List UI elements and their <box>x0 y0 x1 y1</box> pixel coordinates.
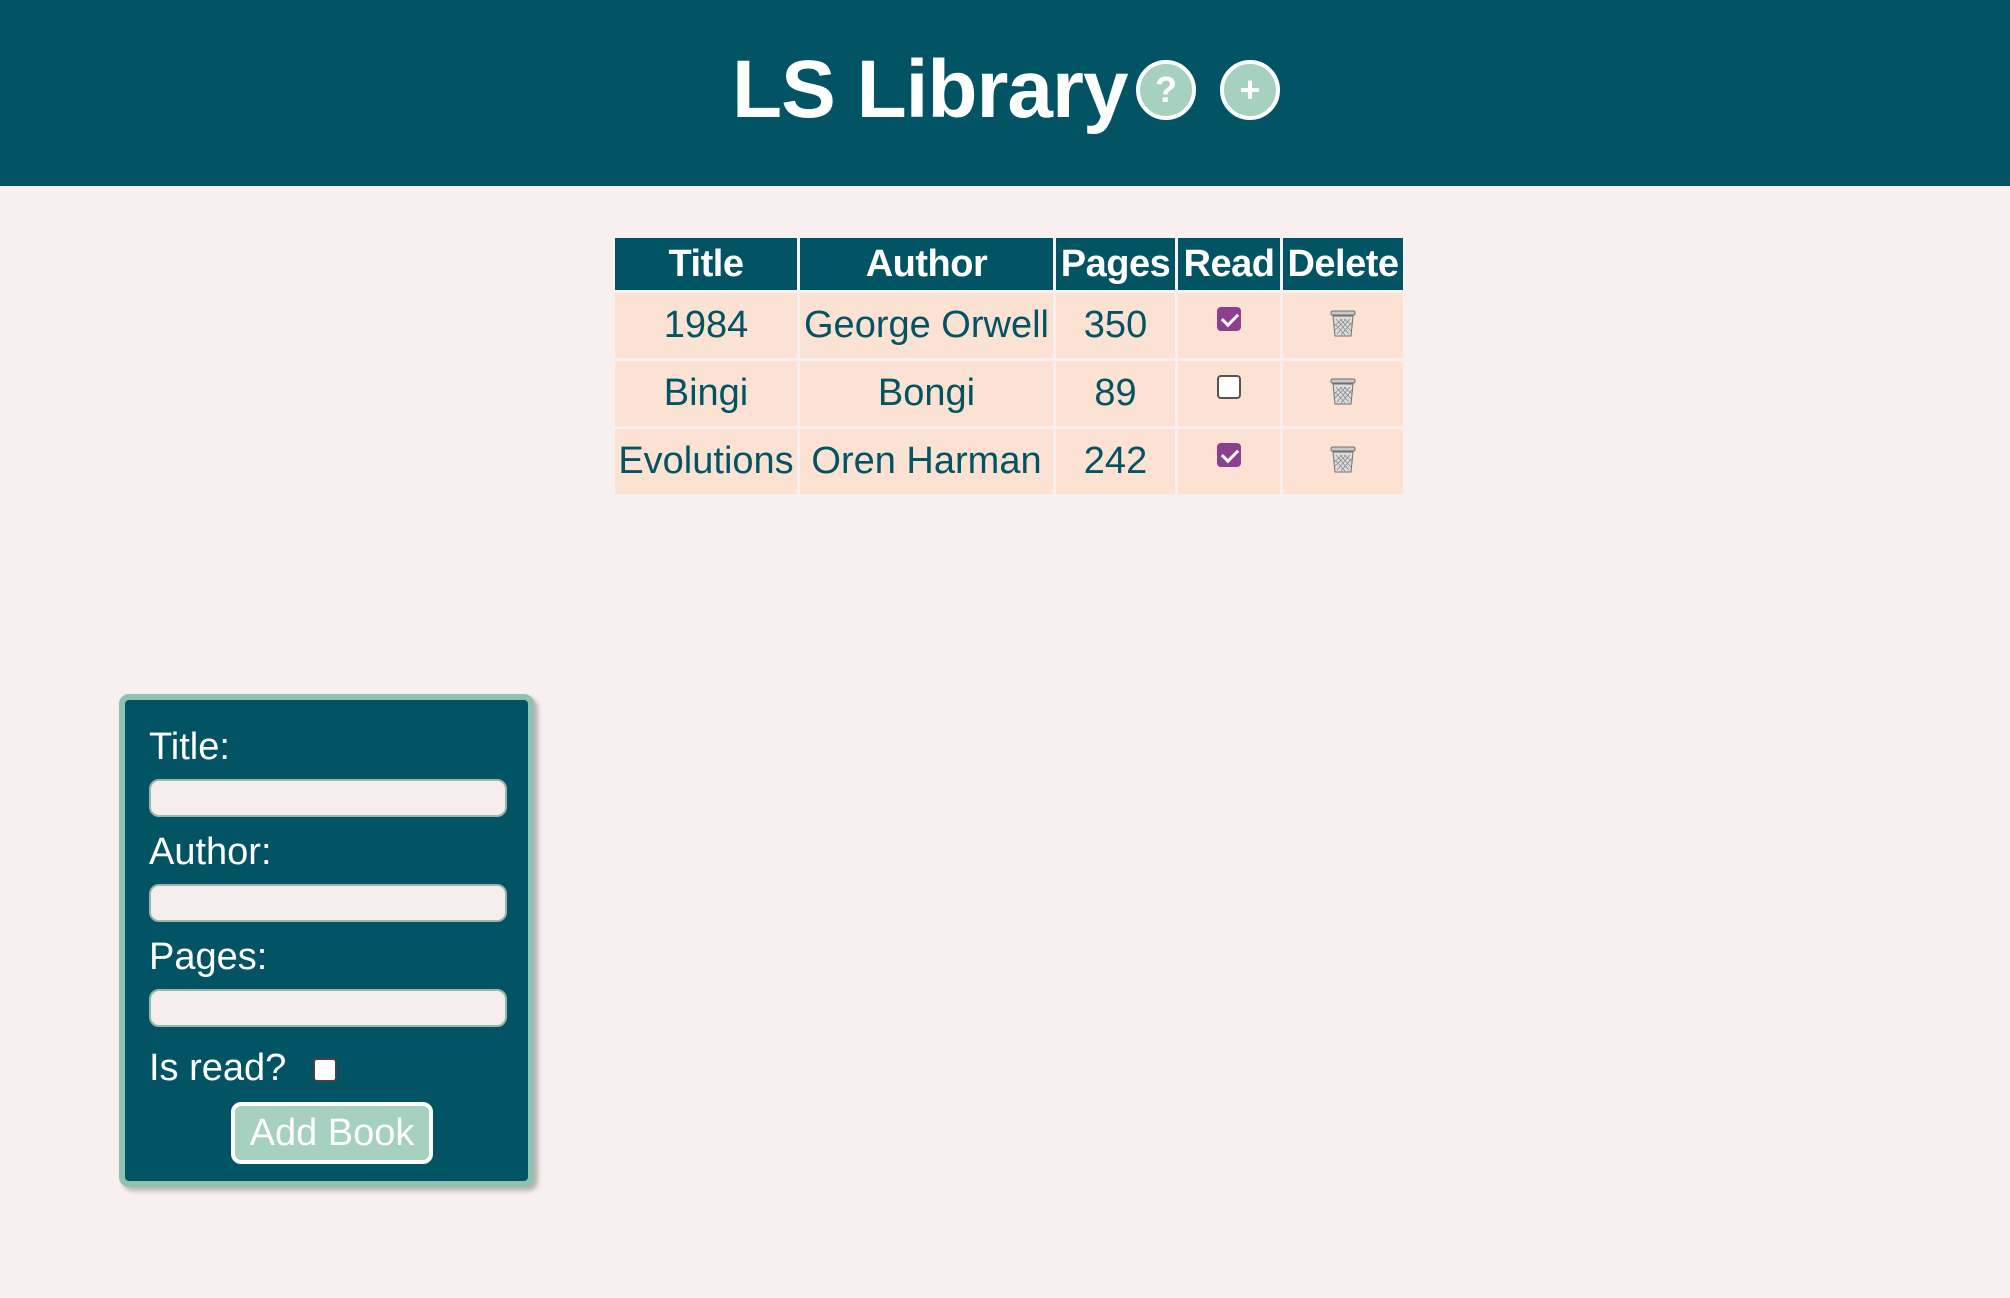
add-book-form: Title: Author: Pages: Is read? Add Book <box>119 694 534 1187</box>
is-read-checkbox[interactable] <box>313 1058 337 1082</box>
author-input[interactable] <box>149 884 507 922</box>
column-header-title: Title <box>615 238 797 290</box>
book-title-cell: Evolutions <box>615 429 797 494</box>
book-author-cell: George Orwell <box>800 293 1053 358</box>
read-checkbox[interactable] <box>1217 374 1241 399</box>
book-delete-cell <box>1283 429 1403 494</box>
pages-label: Pages: <box>149 936 268 978</box>
title-label: Title: <box>149 726 230 768</box>
book-title-cell: 1984 <box>615 293 797 358</box>
book-pages-cell: 242 <box>1056 429 1175 494</box>
book-delete-cell <box>1283 293 1403 358</box>
site-title: LS Library <box>732 44 1129 135</box>
question-mark-icon: ? <box>1155 69 1177 110</box>
book-title-cell: Bingi <box>615 361 797 426</box>
table-row: Bingi Bongi 89 <box>615 361 1403 426</box>
title-input[interactable] <box>149 779 507 817</box>
book-author-cell: Oren Harman <box>800 429 1053 494</box>
trash-icon[interactable] <box>1330 305 1356 348</box>
column-header-pages: Pages <box>1056 238 1175 290</box>
table-row: 1984 George Orwell 350 <box>615 293 1403 358</box>
book-delete-cell <box>1283 361 1403 426</box>
book-table: Title Author Pages Read Delete 1984 Geor… <box>612 235 1406 497</box>
column-header-delete: Delete <box>1283 238 1403 290</box>
read-checkbox[interactable] <box>1217 442 1241 467</box>
add-book-button[interactable]: Add Book <box>231 1102 433 1164</box>
book-author-cell: Bongi <box>800 361 1053 426</box>
show-form-button[interactable]: + <box>1220 60 1280 120</box>
trash-icon[interactable] <box>1330 373 1356 416</box>
trash-icon[interactable] <box>1330 441 1356 484</box>
book-read-cell <box>1178 293 1280 358</box>
site-header: LS Library ? + <box>0 0 2010 186</box>
column-header-author: Author <box>800 238 1053 290</box>
table-header-row: Title Author Pages Read Delete <box>615 238 1403 290</box>
book-pages-cell: 89 <box>1056 361 1175 426</box>
table-row: Evolutions Oren Harman 242 <box>615 429 1403 494</box>
is-read-label: Is read? <box>149 1047 287 1089</box>
pages-input[interactable] <box>149 989 507 1027</box>
help-button[interactable]: ? <box>1136 60 1196 120</box>
author-label: Author: <box>149 831 272 873</box>
book-read-cell <box>1178 361 1280 426</box>
book-read-cell <box>1178 429 1280 494</box>
plus-icon: + <box>1239 69 1261 110</box>
book-pages-cell: 350 <box>1056 293 1175 358</box>
read-checkbox[interactable] <box>1217 306 1241 331</box>
column-header-read: Read <box>1178 238 1280 290</box>
